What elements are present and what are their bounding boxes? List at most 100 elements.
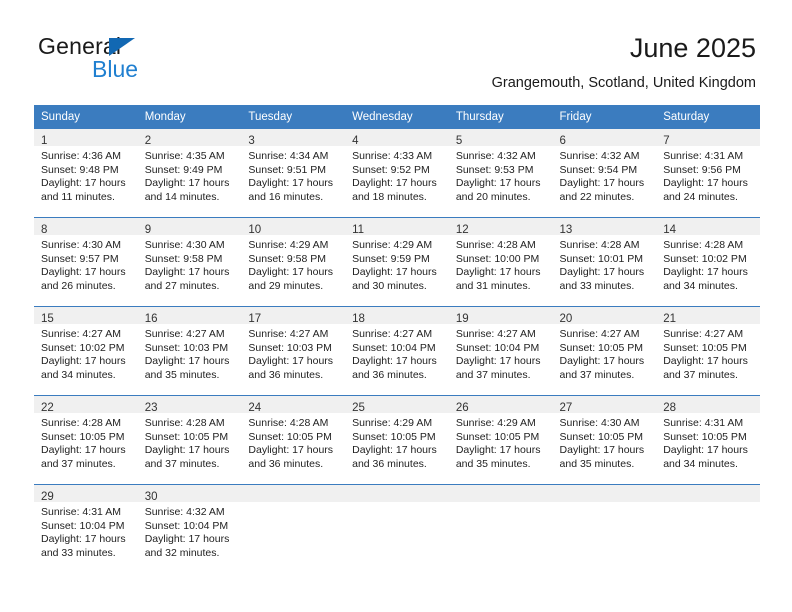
day-number-band: 27 — [552, 396, 657, 414]
calendar-cell-empty — [241, 484, 346, 573]
daylight-text-line2: and 37 minutes. — [663, 368, 738, 381]
calendar-day-cell[interactable]: 6 Sunrise: 4:32 AM Sunset: 9:54 PM Daylight… — [552, 128, 657, 218]
daylight-text-line2: and 37 minutes. — [559, 368, 635, 381]
calendar-day-cell[interactable]: 7 Sunrise: 4:31 AM Sunset: 9:56 PM Daylight… — [656, 128, 760, 218]
day-info: Sunrise: 4:28 AM Sunset: 10:05 PM Daylight… — [241, 413, 345, 471]
sunrise-text: Sunrise: 4:32 AM — [455, 150, 536, 162]
day-number: 30 — [144, 491, 158, 503]
day-info: Sunrise: 4:28 AM Sunset: 10:01 PM Daylight… — [553, 235, 657, 293]
day-info: Sunrise: 4:27 AM Sunset: 10:03 PM Daylight… — [138, 324, 242, 382]
daylight-text-line1: Daylight: 17 hours — [41, 355, 126, 368]
calendar-day-cell[interactable]: 29 Sunrise: 4:31 AM Sunset: 10:04 PM Daylig… — [34, 484, 138, 573]
calendar-day-cell[interactable]: 19 Sunrise: 4:27 AM Sunset: 10:04 PM Daylig… — [448, 306, 553, 396]
sunset-text: Sunset: 10:01 PM — [559, 252, 643, 265]
day-info: Sunrise: 4:32 AM Sunset: 10:04 PM Daylight… — [138, 502, 242, 560]
daylight-text-line2: and 18 minutes. — [352, 190, 427, 203]
general-blue-logo[interactable]: General Blue — [38, 33, 248, 85]
daylight-text-line2: and 33 minutes. — [41, 546, 116, 559]
calendar-week-row: 22 Sunrise: 4:28 AM Sunset: 10:05 PM Daylig… — [34, 395, 760, 485]
daylight-text-line1: Daylight: 17 hours — [41, 177, 126, 190]
calendar-day-cell[interactable]: 17 Sunrise: 4:27 AM Sunset: 10:03 PM Daylig… — [241, 306, 346, 396]
day-number-band: 2 — [137, 129, 242, 147]
sunrise-text: Sunrise: 4:27 AM — [144, 328, 225, 340]
calendar-day-cell[interactable]: 4 Sunrise: 4:33 AM Sunset: 9:52 PM Daylight… — [345, 128, 449, 218]
calendar-cell-empty — [448, 484, 553, 573]
daylight-text-line2: and 30 minutes. — [352, 279, 427, 292]
sunset-text: Sunset: 10:04 PM — [455, 341, 540, 354]
day-number-band: 8 — [34, 218, 138, 236]
calendar-day-cell[interactable]: 27 Sunrise: 4:30 AM Sunset: 10:05 PM Daylig… — [552, 395, 657, 485]
day-info: Sunrise: 4:28 AM Sunset: 10:05 PM Daylight… — [34, 413, 138, 471]
calendar-day-cell[interactable]: 2 Sunrise: 4:35 AM Sunset: 9:49 PM Daylight… — [137, 128, 242, 218]
daylight-text-line1: Daylight: 17 hours — [144, 355, 230, 368]
sunrise-text: Sunrise: 4:28 AM — [144, 417, 225, 429]
sunset-text: Sunset: 10:03 PM — [248, 341, 332, 354]
day-info: Sunrise: 4:27 AM Sunset: 10:04 PM Daylight… — [449, 324, 553, 382]
calendar-week-row: 1 Sunrise: 4:36 AM Sunset: 9:48 PM Daylight… — [34, 128, 760, 218]
daylight-text-line1: Daylight: 17 hours — [248, 177, 334, 190]
calendar-day-cell[interactable]: 23 Sunrise: 4:28 AM Sunset: 10:05 PM Daylig… — [137, 395, 242, 485]
calendar-day-cell[interactable]: 18 Sunrise: 4:27 AM Sunset: 10:04 PM Daylig… — [345, 306, 449, 396]
day-number: 10 — [248, 224, 262, 236]
day-info: Sunrise: 4:27 AM Sunset: 10:05 PM Daylight… — [553, 324, 657, 382]
daylight-text-line2: and 36 minutes. — [352, 368, 427, 381]
day-number-band — [656, 485, 760, 502]
day-number: 18 — [352, 313, 365, 325]
day-number-band: 9 — [137, 218, 242, 236]
calendar-day-cell[interactable]: 14 Sunrise: 4:28 AM Sunset: 10:02 PM Daylig… — [656, 217, 760, 307]
sunrise-text: Sunrise: 4:28 AM — [663, 239, 744, 251]
sunset-text: Sunset: 9:58 PM — [248, 252, 327, 265]
daylight-text-line2: and 37 minutes. — [41, 457, 116, 470]
calendar-day-cell[interactable]: 5 Sunrise: 4:32 AM Sunset: 9:53 PM Daylight… — [448, 128, 553, 218]
day-number: 14 — [663, 224, 677, 236]
sunrise-text: Sunrise: 4:30 AM — [41, 239, 121, 251]
day-number-band — [448, 485, 553, 502]
daylight-text-line1: Daylight: 17 hours — [559, 444, 645, 457]
sunrise-text: Sunrise: 4:31 AM — [41, 506, 121, 518]
sunset-text: Sunset: 10:03 PM — [144, 341, 229, 354]
calendar-day-cell[interactable]: 10 Sunrise: 4:29 AM Sunset: 9:58 PM Dayligh… — [241, 217, 346, 307]
day-info: Sunrise: 4:27 AM Sunset: 10:05 PM Daylight… — [656, 324, 760, 382]
sunrise-text: Sunrise: 4:29 AM — [352, 239, 433, 251]
daylight-text-line1: Daylight: 17 hours — [144, 266, 230, 279]
sunrise-text: Sunrise: 4:29 AM — [455, 417, 536, 429]
calendar-day-cell[interactable]: 24 Sunrise: 4:28 AM Sunset: 10:05 PM Daylig… — [241, 395, 346, 485]
calendar-day-cell[interactable]: 1 Sunrise: 4:36 AM Sunset: 9:48 PM Daylight… — [34, 128, 138, 218]
calendar-header-row: Sunday Monday Tuesday Wednesday Thursday… — [34, 105, 760, 129]
calendar-day-cell[interactable]: 11 Sunrise: 4:29 AM Sunset: 9:59 PM Dayligh… — [345, 217, 449, 307]
day-number: 1 — [41, 135, 48, 147]
calendar-table: Sunday Monday Tuesday Wednesday Thursday… — [34, 105, 760, 573]
daylight-text-line1: Daylight: 17 hours — [663, 355, 748, 368]
day-number: 7 — [663, 135, 670, 147]
calendar-day-cell[interactable]: 30 Sunrise: 4:32 AM Sunset: 10:04 PM Daylig… — [137, 484, 242, 573]
day-number: 28 — [663, 402, 677, 414]
calendar-day-cell[interactable]: 20 Sunrise: 4:27 AM Sunset: 10:05 PM Daylig… — [552, 306, 657, 396]
calendar-day-cell[interactable]: 22 Sunrise: 4:28 AM Sunset: 10:05 PM Daylig… — [34, 395, 138, 485]
daylight-text-line2: and 35 minutes. — [144, 368, 220, 381]
day-number-band: 30 — [137, 485, 242, 503]
calendar-day-cell[interactable]: 26 Sunrise: 4:29 AM Sunset: 10:05 PM Daylig… — [448, 395, 553, 485]
weekday-header-monday: Monday — [137, 105, 242, 129]
day-number-band: 22 — [34, 396, 138, 414]
sunset-text: Sunset: 10:05 PM — [144, 430, 229, 443]
day-number-band: 1 — [34, 129, 138, 147]
calendar-day-cell[interactable]: 8 Sunrise: 4:30 AM Sunset: 9:57 PM Daylight… — [34, 217, 138, 307]
calendar-day-cell[interactable]: 15 Sunrise: 4:27 AM Sunset: 10:02 PM Daylig… — [34, 306, 138, 396]
calendar-day-cell[interactable]: 16 Sunrise: 4:27 AM Sunset: 10:03 PM Daylig… — [137, 306, 242, 396]
daylight-text-line2: and 24 minutes. — [663, 190, 738, 203]
sunrise-text: Sunrise: 4:31 AM — [663, 150, 744, 162]
day-info: Sunrise: 4:30 AM Sunset: 9:58 PM Daylight:… — [138, 235, 242, 293]
daylight-text-line1: Daylight: 17 hours — [248, 444, 334, 457]
calendar-day-cell[interactable]: 28 Sunrise: 4:31 AM Sunset: 10:05 PM Daylig… — [656, 395, 760, 485]
calendar-day-cell[interactable]: 13 Sunrise: 4:28 AM Sunset: 10:01 PM Daylig… — [552, 217, 657, 307]
calendar-day-cell[interactable]: 21 Sunrise: 4:27 AM Sunset: 10:05 PM Daylig… — [656, 306, 760, 396]
sunrise-text: Sunrise: 4:30 AM — [559, 417, 640, 429]
calendar-day-cell[interactable]: 9 Sunrise: 4:30 AM Sunset: 9:58 PM Daylight… — [137, 217, 242, 307]
daylight-text-line2: and 27 minutes. — [144, 279, 220, 292]
day-number-band: 12 — [448, 218, 553, 236]
daylight-text-line2: and 35 minutes. — [455, 457, 531, 470]
calendar-day-cell[interactable]: 12 Sunrise: 4:28 AM Sunset: 10:00 PM Daylig… — [448, 217, 553, 307]
weekday-header-thursday: Thursday — [448, 105, 553, 129]
calendar-day-cell[interactable]: 25 Sunrise: 4:29 AM Sunset: 10:05 PM Daylig… — [345, 395, 449, 485]
calendar-day-cell[interactable]: 3 Sunrise: 4:34 AM Sunset: 9:51 PM Daylight… — [241, 128, 346, 218]
